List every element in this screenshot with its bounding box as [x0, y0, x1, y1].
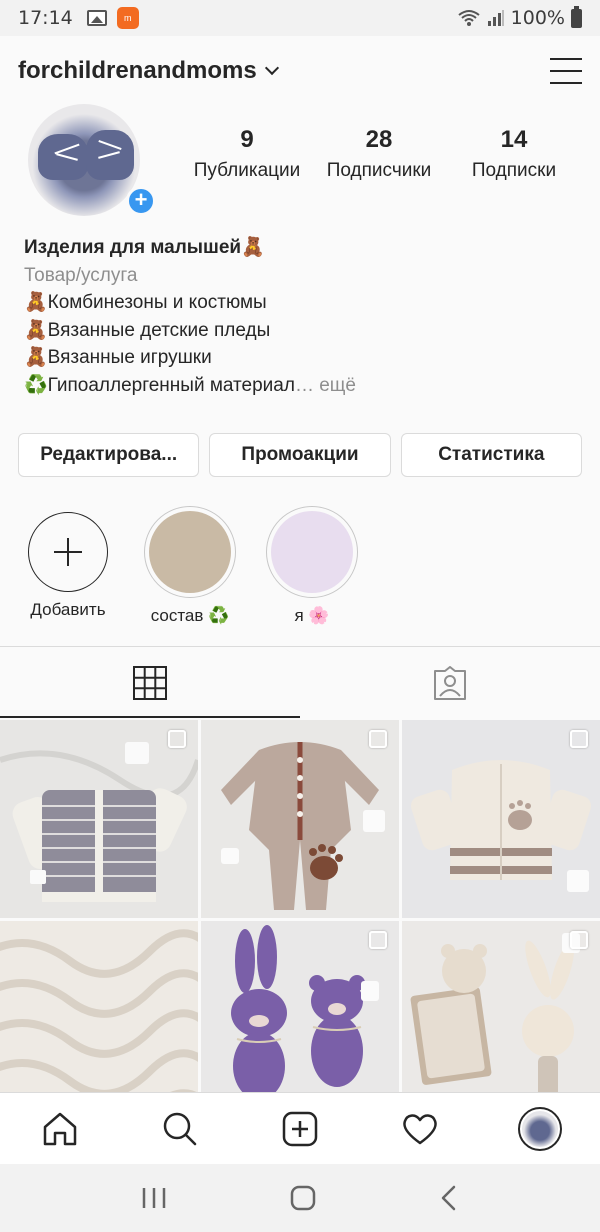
plus-icon[interactable]: [28, 512, 108, 592]
stat-value: 9: [240, 126, 254, 153]
heart-icon: [403, 1113, 437, 1144]
post-thumbnail[interactable]: [201, 720, 399, 918]
profile-header: forchildrenandmoms: [0, 36, 600, 106]
stat-following[interactable]: 14 Подписки: [448, 126, 580, 182]
username[interactable]: forchildrenandmoms: [18, 57, 257, 85]
post-image: [0, 720, 198, 918]
nav-new-post[interactable]: [270, 1099, 330, 1159]
search-icon: [163, 1112, 197, 1145]
tab-grid[interactable]: [0, 647, 300, 718]
highlight-label: Добавить: [30, 600, 106, 619]
insights-button[interactable]: Статистика: [400, 433, 582, 477]
add-post-icon: [282, 1111, 318, 1146]
tagged-person-icon: [434, 665, 466, 700]
post-thumbnail[interactable]: [402, 720, 600, 918]
bio-more-link[interactable]: … ещё: [295, 375, 356, 396]
highlight-item[interactable]: я 🌸: [266, 506, 358, 626]
home-icon: [43, 1112, 77, 1145]
bio-line-last: ♻️Гипоаллергенный материал… ещё: [24, 372, 584, 400]
gallery-notification-icon: [86, 10, 107, 26]
stat-label: Подписчики: [326, 160, 432, 181]
bio-line: ♻️Гипоаллергенный материал: [24, 374, 295, 396]
post-image: [402, 720, 600, 918]
profile-avatar-container[interactable]: +: [28, 104, 156, 216]
profile-avatar[interactable]: [28, 104, 140, 216]
bio-line: 🧸Комбинезоны и костюмы: [24, 292, 267, 313]
highlight-add[interactable]: Добавить: [22, 506, 114, 626]
profile-bio: Изделия для малышей🧸 Товар/услуга 🧸Комби…: [24, 234, 584, 399]
system-navigation: [0, 1164, 600, 1232]
edit-profile-button[interactable]: Редактирова...: [18, 433, 200, 477]
nav-profile[interactable]: [510, 1099, 570, 1159]
multi-photo-icon: [369, 931, 387, 949]
wifi-icon: [458, 10, 480, 26]
story-highlights: Добавить состав ♻️ я 🌸: [14, 506, 358, 626]
stat-label: Подписки: [471, 160, 557, 181]
recent-apps-icon[interactable]: [141, 1186, 167, 1210]
bottom-navigation: [0, 1092, 600, 1164]
highlight-label: я 🌸: [294, 606, 330, 625]
profile-avatar: [518, 1106, 562, 1151]
highlight-cover-fill: [271, 511, 353, 593]
chevron-down-icon[interactable]: [264, 60, 279, 76]
add-story-icon[interactable]: +: [126, 186, 156, 216]
profile-actions: Редактирова... Промоакции Статистика: [18, 433, 582, 477]
stat-value: 14: [500, 126, 528, 153]
highlight-item[interactable]: состав ♻️: [144, 506, 236, 626]
app-notification-icon: m: [116, 7, 139, 29]
profile-stats: 9 Публикации 28 Подписчики 14 Подписки: [184, 126, 580, 182]
post-image: [0, 921, 198, 1092]
grid-icon: [133, 665, 167, 700]
profile-tabs: [0, 646, 600, 718]
multi-photo-icon: [369, 730, 387, 748]
status-time: 17:14: [18, 7, 73, 29]
back-icon[interactable]: [439, 1185, 459, 1211]
multi-photo-icon: [570, 730, 588, 748]
status-bar: 17:14 m 100%: [0, 0, 600, 36]
stat-followers[interactable]: 28 Подписчики: [310, 126, 448, 182]
multi-photo-icon: [570, 931, 588, 949]
menu-icon[interactable]: [550, 58, 582, 84]
profile-category: Товар/услуга: [24, 264, 138, 286]
highlight-label: состав ♻️: [150, 606, 230, 625]
post-grid: [0, 720, 600, 1092]
bio-line: 🧸Вязанные игрушки: [24, 347, 212, 368]
stat-value: 28: [365, 126, 393, 153]
promotions-button[interactable]: Промоакции: [209, 433, 391, 477]
battery-percent: 100%: [510, 7, 565, 29]
post-thumbnail[interactable]: [0, 720, 198, 918]
tab-tagged[interactable]: [300, 647, 600, 718]
nav-search[interactable]: [150, 1099, 210, 1159]
multi-photo-icon: [168, 730, 186, 748]
bio-line: 🧸Вязанные детские пледы: [24, 319, 271, 341]
profile-name: Изделия для малышей🧸: [24, 237, 265, 258]
home-button-icon[interactable]: [290, 1185, 316, 1211]
highlight-cover[interactable]: [266, 506, 358, 598]
post-thumbnail[interactable]: [0, 921, 198, 1092]
battery-icon: [571, 5, 582, 28]
highlight-cover-fill: [149, 511, 231, 593]
nav-activity[interactable]: [390, 1099, 450, 1159]
post-thumbnail[interactable]: [402, 921, 600, 1092]
signal-icon: [487, 10, 504, 26]
nav-home[interactable]: [30, 1099, 90, 1159]
post-thumbnail[interactable]: [201, 921, 399, 1092]
stat-label: Публикации: [193, 160, 301, 181]
post-image: [201, 720, 399, 918]
highlight-cover[interactable]: [144, 506, 236, 598]
stat-posts[interactable]: 9 Публикации: [184, 126, 310, 182]
